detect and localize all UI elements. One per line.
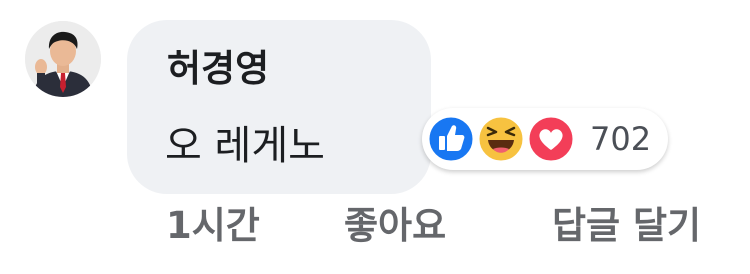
like-button[interactable]: 좋아요 xyxy=(344,204,446,248)
reply-button[interactable]: 답글 달기 xyxy=(552,204,701,248)
reaction-summary[interactable]: 702 xyxy=(422,108,668,170)
like-icon xyxy=(426,114,476,164)
comment-bubble: 허경영 오 레게노 xyxy=(127,20,431,194)
avatar[interactable] xyxy=(25,21,101,97)
reaction-count: 702 xyxy=(590,120,652,158)
haha-icon xyxy=(476,114,526,164)
comment-author-name[interactable]: 허경영 xyxy=(167,50,269,87)
love-icon xyxy=(526,114,576,164)
comment-text: 오 레게노 xyxy=(165,123,325,169)
comment-timestamp[interactable]: 1시간 xyxy=(166,204,260,248)
comment-actions: 1시간 좋아요 답글 달기 xyxy=(0,204,750,264)
